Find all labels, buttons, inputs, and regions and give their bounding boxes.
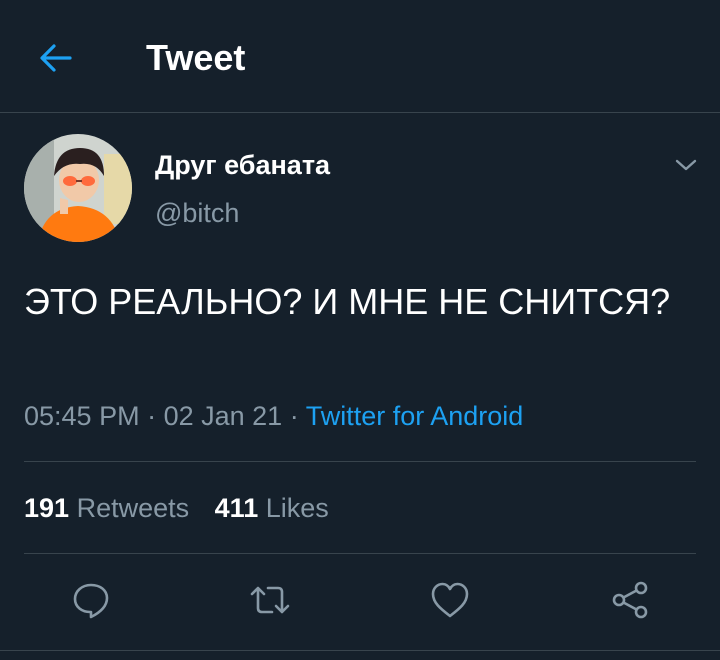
top-bar: Tweet	[0, 0, 720, 113]
page-title: Tweet	[146, 37, 246, 78]
share-icon	[612, 581, 648, 619]
avatar[interactable]	[24, 134, 132, 242]
likes-count: 411	[214, 493, 259, 523]
author-display-name[interactable]: Друг ебаната	[155, 148, 330, 182]
arrow-left-icon	[40, 44, 72, 72]
likes-label: Likes	[265, 493, 329, 523]
likes-stat[interactable]: 411 Likes	[215, 493, 329, 523]
reply-button[interactable]	[66, 575, 116, 625]
like-icon	[431, 582, 469, 618]
chevron-down-icon	[675, 159, 697, 171]
retweet-button[interactable]	[245, 575, 295, 625]
tweet-meta: 05:45 PM · 02 Jan 21 · Twitter for Andro…	[24, 396, 523, 436]
meta-separator: ·	[139, 401, 164, 431]
share-button[interactable]	[605, 575, 655, 625]
tweet-source-link[interactable]: Twitter for Android	[306, 401, 524, 431]
author-handle[interactable]: @bitch	[155, 196, 239, 230]
avatar-photo	[24, 134, 132, 242]
retweets-count: 191	[24, 493, 70, 523]
retweet-icon	[250, 586, 290, 614]
divider	[24, 461, 696, 462]
reply-icon	[73, 583, 109, 619]
tweet-date: 02 Jan 21	[163, 401, 283, 431]
tweet-text: ЭТО РЕАЛЬНО? И МНЕ НЕ СНИТСЯ?	[24, 281, 671, 322]
like-button[interactable]	[425, 575, 475, 625]
divider	[24, 553, 696, 554]
divider	[0, 650, 720, 651]
retweets-label: Retweets	[76, 493, 190, 523]
retweets-stat[interactable]: 191 Retweets	[24, 493, 189, 523]
tweet-menu-button[interactable]	[666, 150, 706, 180]
action-bar	[0, 575, 720, 625]
back-button[interactable]	[34, 38, 78, 78]
tweet-stats: 191 Retweets 411 Likes	[24, 490, 347, 526]
tweet-time: 05:45 PM	[24, 401, 140, 431]
meta-separator: ·	[282, 401, 306, 431]
